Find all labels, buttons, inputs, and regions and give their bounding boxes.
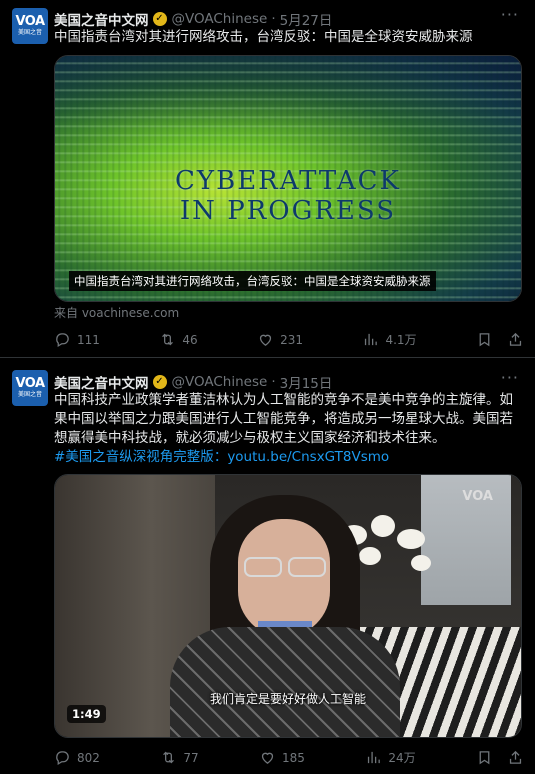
bookmark-button[interactable] — [476, 749, 493, 766]
reply-count: 111 — [77, 332, 100, 347]
colon: ： — [213, 449, 228, 465]
reply-button[interactable]: 111 — [54, 331, 100, 348]
tweet-text-line: 中国科技产业政策学者董洁林认为人工智能的竞争不是美中竞争的主旋律。如 — [54, 392, 513, 408]
like-button[interactable]: 185 — [259, 749, 305, 766]
avatar[interactable]: VOA 美国之音 — [12, 8, 48, 44]
views-button[interactable]: 4.1万 — [362, 331, 417, 348]
hashtag-link[interactable]: #美国之音纵深视角完整版 — [54, 449, 214, 465]
tweet-links: #美国之音纵深视角完整版：youtu.be/CnsxGT8Vsmo — [54, 448, 522, 467]
display-name[interactable]: 美国之音中文网 — [54, 372, 149, 392]
retweet-icon — [163, 751, 175, 764]
retweet-count: 46 — [182, 332, 198, 347]
tweet[interactable]: VOA 美国之音 美国之音中文网 ✓ @VOAChinese · 3月15日 ·… — [0, 357, 535, 774]
retweet-button[interactable]: 46 — [159, 331, 198, 348]
retweet-button[interactable]: 77 — [160, 749, 199, 766]
avatar[interactable]: VOA 美国之音 — [12, 370, 48, 406]
bookmark-button[interactable] — [476, 331, 493, 348]
views-count: 24万 — [388, 751, 416, 765]
tweet-header: 美国之音中文网 ✓ @VOAChinese · 5月27日 — [54, 9, 332, 29]
cyberattack-image: CYBERATTACK IN PROGRESS 中国指责台湾对其进行网络攻击，台… — [55, 56, 521, 301]
like-icon — [259, 334, 272, 346]
like-icon — [261, 752, 274, 764]
image-title-line2: IN PROGRESS — [179, 196, 397, 226]
video-subtitle: 我们肯定是要好好做人工智能 — [209, 692, 366, 706]
card-source[interactable]: 来自 voachinese.com — [54, 304, 179, 321]
video-player[interactable]: VOA 我们肯定是要好好做人工智能 1:49 — [54, 474, 522, 738]
voa-logo-sub: 美国之音 — [17, 29, 42, 36]
youtube-link[interactable]: youtu.be/CnsxGT8Vsmo — [227, 449, 389, 465]
views-icon — [365, 333, 378, 346]
tweet-text: 中国科技产业政策学者董洁林认为人工智能的竞争不是美中竞争的主旋律。如 果中国以举… — [54, 391, 522, 467]
tweet[interactable]: VOA 美国之音 美国之音中文网 ✓ @VOAChinese · 5月27日 ·… — [0, 0, 535, 357]
link-card-image[interactable]: CYBERATTACK IN PROGRESS 中国指责台湾对其进行网络攻击，台… — [54, 55, 522, 302]
separator: · — [271, 374, 276, 390]
bookmark-icon — [479, 333, 490, 347]
voa-watermark: VOA — [462, 489, 493, 504]
reply-icon — [56, 333, 69, 348]
tweet-header: 美国之音中文网 ✓ @VOAChinese · 3月15日 — [54, 372, 332, 392]
handle[interactable]: @VOAChinese — [172, 374, 268, 390]
image-title-line1: CYBERATTACK — [175, 166, 401, 196]
reply-icon — [56, 751, 69, 766]
share-button[interactable] — [507, 749, 524, 766]
timestamp[interactable]: 3月15日 — [280, 372, 333, 392]
tweet-text: 中国指责台湾对其进行网络攻击，台湾反驳：中国是全球资安威胁来源 — [54, 29, 473, 45]
retweet-count: 77 — [183, 750, 199, 765]
verified-icon: ✓ — [152, 12, 167, 26]
tweet-text-line: 想赢得美中科技战，就必须减少与极权主义国家经济和技术往来。 — [54, 430, 446, 446]
more-icon[interactable]: ··· — [501, 368, 519, 387]
views-button[interactable]: 24万 — [365, 749, 416, 766]
share-icon — [509, 332, 522, 346]
views-icon — [368, 751, 381, 764]
voa-logo: VOA — [15, 14, 45, 29]
share-button[interactable] — [507, 331, 524, 348]
bookmark-icon — [479, 751, 490, 765]
card-caption: 中国指责台湾对其进行网络攻击，台湾反驳：中国是全球资安威胁来源 — [69, 271, 436, 291]
video-duration: 1:49 — [67, 705, 106, 723]
verified-icon: ✓ — [152, 375, 167, 389]
voa-logo-sub: 美国之音 — [17, 391, 42, 398]
like-button[interactable]: 231 — [257, 331, 303, 348]
handle[interactable]: @VOAChinese — [172, 11, 268, 27]
tweet-text-line: 果中国以举国之力跟美国进行人工智能竞争，将造成另一场星球大战。美国若 — [54, 411, 513, 427]
voa-logo: VOA — [15, 376, 45, 391]
separator: · — [271, 11, 276, 27]
share-icon — [509, 750, 522, 764]
more-icon[interactable]: ··· — [501, 5, 519, 24]
action-bar: 802 77 185 24万 — [54, 749, 524, 766]
video-frame: VOA 我们肯定是要好好做人工智能 1:49 — [55, 475, 521, 737]
reply-button[interactable]: 802 — [54, 749, 100, 766]
reply-count: 802 — [77, 750, 100, 765]
timestamp[interactable]: 5月27日 — [280, 9, 333, 29]
action-bar: 111 46 231 4.1万 — [54, 331, 524, 348]
retweet-icon — [162, 333, 174, 346]
like-count: 185 — [282, 750, 305, 765]
display-name[interactable]: 美国之音中文网 — [54, 9, 149, 29]
views-count: 4.1万 — [385, 333, 417, 347]
like-count: 231 — [280, 332, 303, 347]
